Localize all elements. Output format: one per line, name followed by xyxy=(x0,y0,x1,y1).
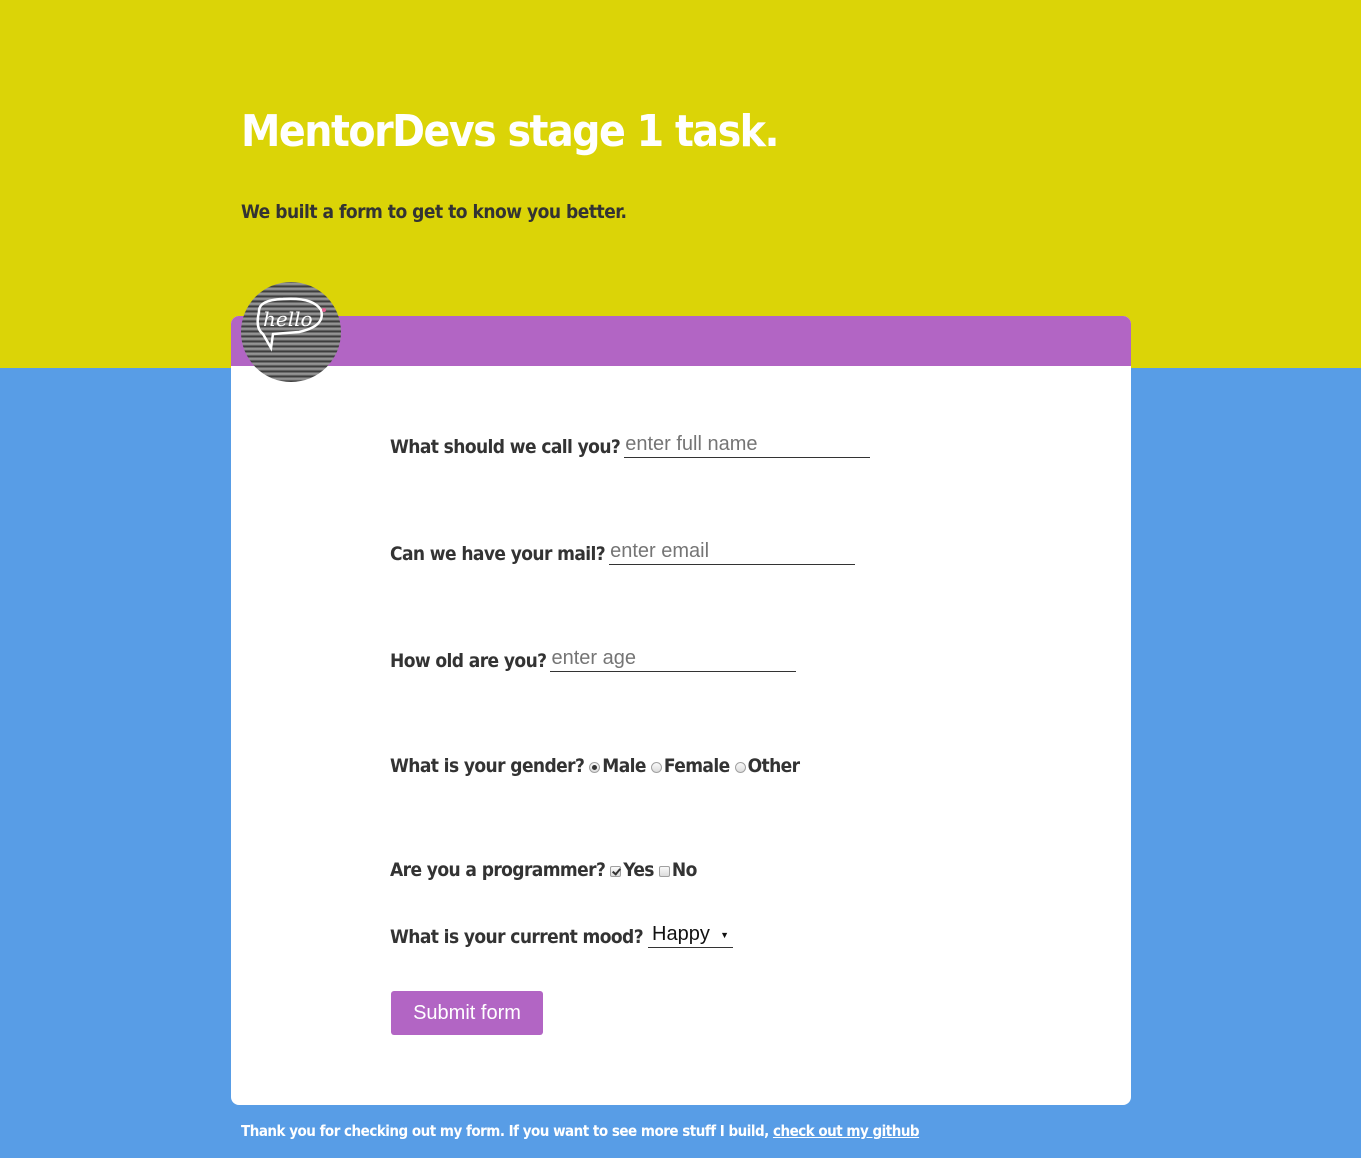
mood-label: What is your current mood? xyxy=(390,926,644,948)
email-input[interactable] xyxy=(609,539,856,565)
name-row: What should we call you? xyxy=(390,432,871,458)
mood-row: What is your current mood? Happy ▼ xyxy=(390,922,734,948)
gender-label: What is your gender? xyxy=(390,755,585,777)
programmer-label: Are you a programmer? xyxy=(390,859,606,881)
mood-selected-value: Happy xyxy=(652,923,710,945)
github-link[interactable]: check out my github xyxy=(773,1122,920,1140)
gender-female-radio[interactable] xyxy=(650,762,662,773)
name-input[interactable] xyxy=(624,432,871,458)
hello-sign-icon: hello xyxy=(256,297,326,352)
gender-other-radio[interactable] xyxy=(734,762,746,773)
page-subtitle: We built a form to get to know you bette… xyxy=(241,201,627,223)
age-input[interactable] xyxy=(550,646,797,672)
footer-text: Thank you for checking out my form. If y… xyxy=(241,1122,773,1140)
email-label: Can we have your mail? xyxy=(390,543,606,565)
age-row: How old are you? xyxy=(390,646,797,672)
mood-select[interactable]: Happy ▼ xyxy=(648,922,734,948)
dropdown-arrow-icon: ▼ xyxy=(720,929,730,940)
gender-male-radio[interactable] xyxy=(589,762,601,773)
programmer-yes-label: Yes xyxy=(623,859,654,881)
programmer-no-label: No xyxy=(671,859,697,881)
email-row: Can we have your mail? xyxy=(390,539,856,565)
gender-female-label: Female xyxy=(663,755,730,777)
age-label: How old are you? xyxy=(390,650,547,672)
header-band xyxy=(0,0,1361,368)
programmer-row: Are you a programmer? Yes No xyxy=(390,859,697,881)
submit-button[interactable]: Submit form xyxy=(391,991,543,1035)
programmer-no-checkbox[interactable] xyxy=(658,866,670,877)
page-title: MentorDevs stage 1 task. xyxy=(241,106,780,157)
avatar-text: hello xyxy=(263,307,313,331)
card-header-bar xyxy=(231,316,1131,366)
gender-other-label: Other xyxy=(747,755,801,777)
gender-male-label: Male xyxy=(602,755,646,777)
name-label: What should we call you? xyxy=(390,436,621,458)
footer: Thank you for checking out my form. If y… xyxy=(241,1122,920,1140)
gender-row: What is your gender? Male Female Other xyxy=(390,755,800,777)
avatar: hello xyxy=(241,282,341,382)
programmer-yes-checkbox[interactable] xyxy=(610,866,622,877)
